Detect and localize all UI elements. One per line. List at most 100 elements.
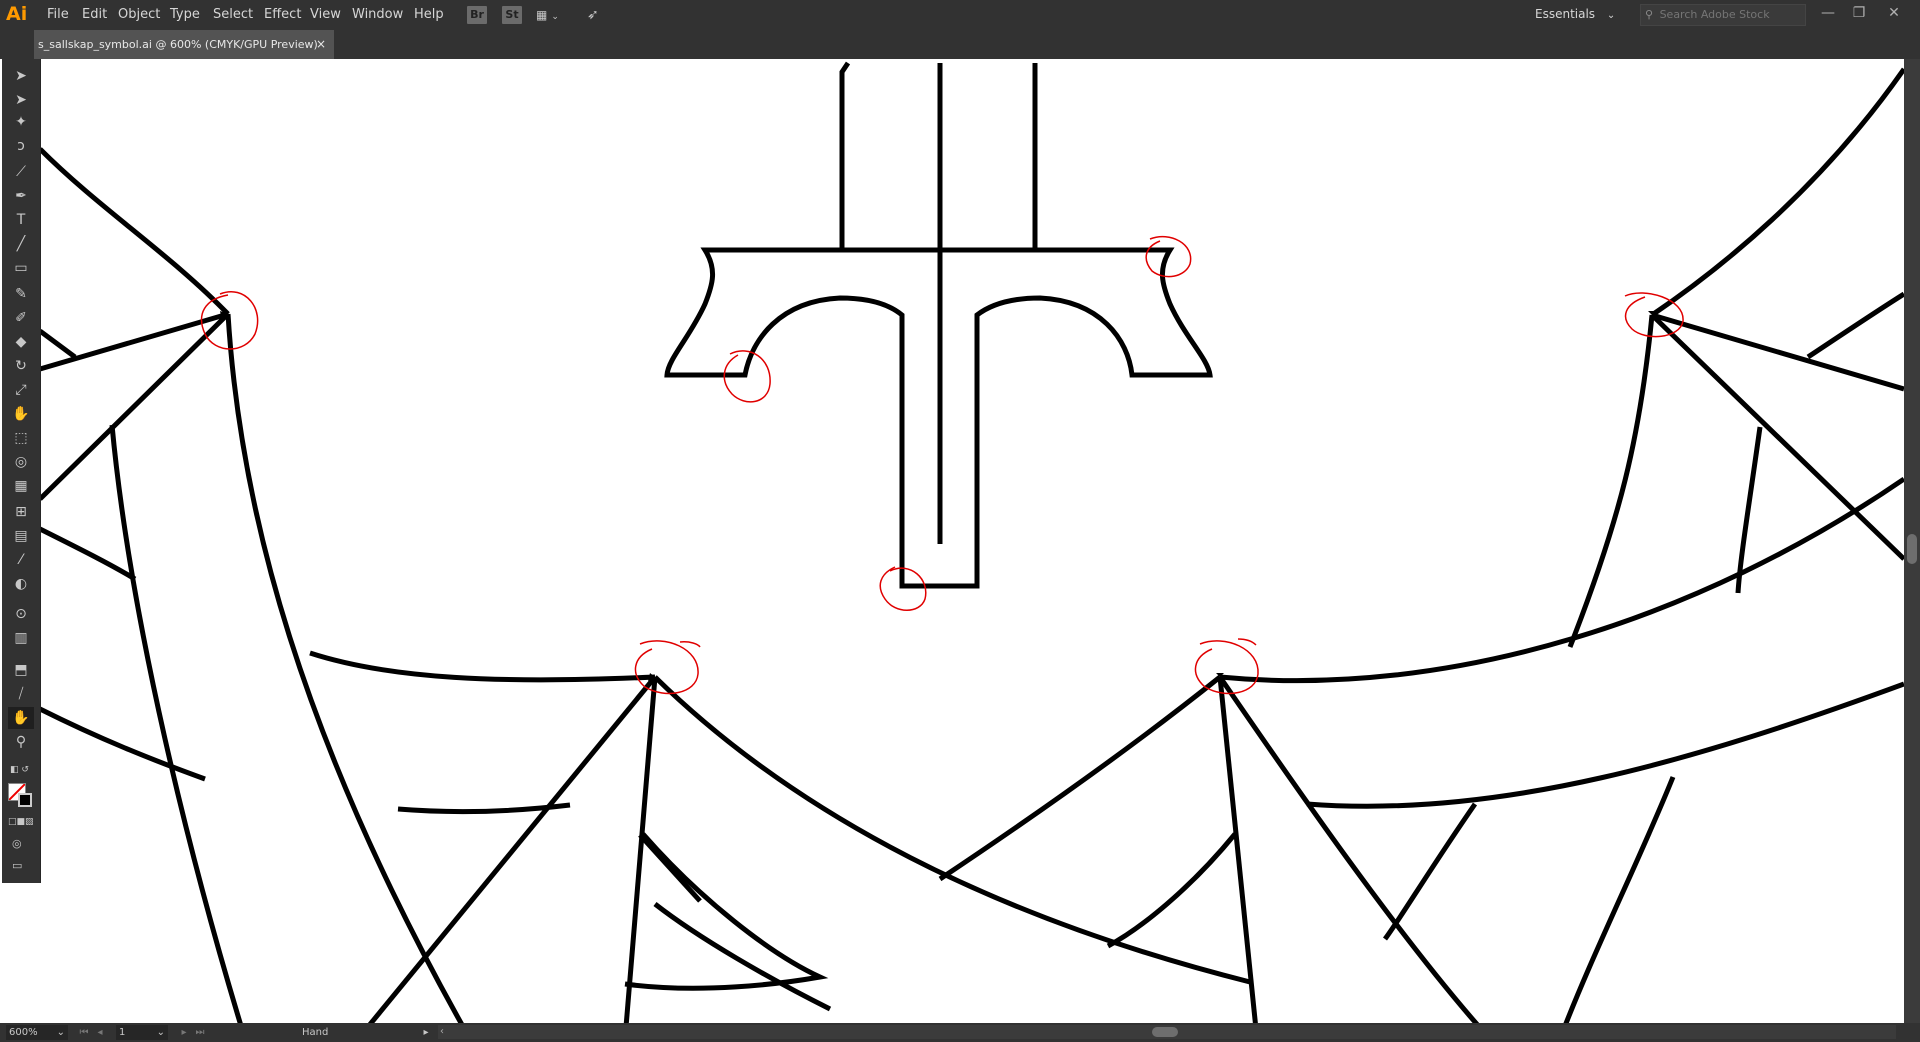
- last-artboard-button[interactable]: ⏭: [194, 1025, 206, 1040]
- column-graph-tool[interactable]: ▥: [8, 627, 34, 649]
- chevron-down-icon: ⌄: [156, 1027, 165, 1038]
- close-tab-icon[interactable]: ×: [316, 30, 326, 59]
- status-menu-arrow[interactable]: ▸: [420, 1025, 432, 1040]
- search-input[interactable]: [1659, 8, 1790, 21]
- menu-type[interactable]: Type: [170, 0, 200, 30]
- selection-tool[interactable]: ➤: [8, 65, 34, 87]
- drawing-modes-button[interactable]: ◎: [12, 837, 32, 851]
- horizontal-scrollbar[interactable]: ‹: [438, 1025, 1896, 1039]
- rotate-icon: ↻: [15, 358, 27, 374]
- shape-builder-icon: ◎: [14, 454, 28, 470]
- warp-tool[interactable]: ✋: [8, 403, 34, 425]
- search-stock-field[interactable]: ⚲: [1640, 4, 1806, 26]
- bridge-button[interactable]: Br: [467, 6, 487, 24]
- warp-icon: ✋: [12, 406, 30, 422]
- rotate-tool[interactable]: ↻: [8, 355, 34, 377]
- line-icon: ╱: [16, 236, 26, 252]
- artboard-tool[interactable]: ⬒: [8, 659, 34, 681]
- scroll-left-arrow[interactable]: ‹: [440, 1025, 444, 1039]
- type-tool[interactable]: T: [8, 209, 34, 231]
- previous-artboard-button[interactable]: ◂: [94, 1025, 106, 1040]
- document-tab-title: s_sallskap_symbol.ai @ 600% (CMYK/GPU Pr…: [38, 38, 318, 51]
- mesh-icon: ⊞: [15, 504, 27, 520]
- magic-wand-icon: ✦: [15, 114, 27, 130]
- paintbrush-tool[interactable]: ✎: [8, 283, 34, 305]
- tools-panel: ➤ ➤ ✦ ↄ ⟋ ✒ T ╱ ▭ ✎ ✐ ◆ ↻ ⤢ ✋ ⬚ ◎ ▦ ⊞ ▤ ⁄ ◐ ⊙ ▥ ⬒ ⧸ ✋ ⚲ ◧ ↺ □■▨ ◎ ▭: [2, 59, 41, 883]
- search-icon: ⚲: [1645, 8, 1654, 21]
- free-transform-tool[interactable]: ⬚: [8, 427, 34, 449]
- symbol-sprayer-tool[interactable]: ⊙: [8, 603, 34, 625]
- perspective-grid-icon: ▦: [14, 478, 28, 494]
- zoom-level-field[interactable]: 600% ⌄: [6, 1025, 68, 1040]
- minimize-button[interactable]: —: [1814, 2, 1842, 24]
- ribbon-ornament: [38, 67, 1904, 1023]
- type-icon: T: [16, 212, 26, 228]
- pen-tool[interactable]: ✒: [8, 185, 34, 207]
- direct-selection-tool[interactable]: ➤: [8, 89, 34, 111]
- menu-view[interactable]: View: [310, 0, 341, 30]
- rectangle-tool[interactable]: ▭: [8, 257, 34, 279]
- vertical-scrollbar[interactable]: [1904, 59, 1920, 1023]
- vertical-scroll-thumb[interactable]: [1907, 534, 1917, 564]
- perspective-grid-tool[interactable]: ▦: [8, 475, 34, 497]
- selection-icon: ➤: [15, 68, 27, 84]
- artboard-canvas[interactable]: [0, 59, 1904, 1023]
- color-mode-buttons[interactable]: □■▨: [8, 817, 36, 827]
- gpu-performance-button[interactable]: ➶: [587, 5, 607, 25]
- lasso-tool[interactable]: ↄ: [8, 135, 34, 157]
- menu-effect[interactable]: Effect: [264, 0, 301, 30]
- fill-stroke-swatches[interactable]: [8, 783, 36, 809]
- eyedropper-icon: ⁄: [19, 552, 23, 568]
- close-window-button[interactable]: ✕: [1880, 2, 1908, 24]
- mesh-tool[interactable]: ⊞: [8, 501, 34, 523]
- draw-mode-icon: ◎: [12, 837, 22, 850]
- eraser-icon: ◆: [15, 334, 27, 350]
- chevron-down-icon: ⌄: [56, 1027, 65, 1038]
- gradient-tool[interactable]: ▤: [8, 525, 34, 547]
- workspace-switcher[interactable]: Essentials ⌄: [1535, 0, 1615, 30]
- chevron-down-icon: ⌄: [1606, 10, 1616, 21]
- menu-help[interactable]: Help: [414, 0, 444, 30]
- stroke-swatch[interactable]: [18, 793, 32, 807]
- shape-builder-tool[interactable]: ◎: [8, 451, 34, 473]
- menu-select[interactable]: Select: [213, 0, 253, 30]
- line-tool[interactable]: ╱: [8, 233, 34, 255]
- screen-mode-button[interactable]: ▭: [12, 859, 32, 873]
- anchor-tool[interactable]: ⟋: [8, 161, 34, 183]
- zoom-tool[interactable]: ⚲: [8, 731, 34, 753]
- blend-tool[interactable]: ◐: [8, 573, 34, 595]
- menu-edit[interactable]: Edit: [82, 0, 107, 30]
- next-artboard-button[interactable]: ▸: [178, 1025, 190, 1040]
- menu-object[interactable]: Object: [118, 0, 160, 30]
- hand-tool[interactable]: ✋: [8, 707, 34, 729]
- restore-button[interactable]: ❐: [1845, 2, 1873, 24]
- artwork: [38, 61, 1904, 1023]
- document-tab-bar: s_sallskap_symbol.ai @ 600% (CMYK/GPU Pr…: [0, 30, 1920, 59]
- horizontal-scroll-thumb[interactable]: [1152, 1027, 1178, 1037]
- scale-tool[interactable]: ⤢: [8, 379, 34, 401]
- menu-window[interactable]: Window: [352, 0, 403, 30]
- magic-wand-tool[interactable]: ✦: [8, 111, 34, 133]
- gradient-icon: ▤: [14, 528, 28, 544]
- slice-tool[interactable]: ⧸: [8, 683, 34, 705]
- symbol-sprayer-icon: ⊙: [15, 606, 27, 622]
- first-artboard-button[interactable]: ⏮: [78, 1025, 90, 1040]
- stock-app-button[interactable]: St: [502, 6, 522, 24]
- status-bar: 600% ⌄ ⏮ ◂ 1 ⌄ ▸ ⏭ Hand ▸ ‹: [0, 1023, 1920, 1042]
- arrange-documents-button[interactable]: ▦ ⌄: [536, 6, 568, 24]
- slice-icon: ⧸: [18, 686, 24, 702]
- eraser-tool[interactable]: ◆: [8, 331, 34, 353]
- blend-icon: ◐: [14, 576, 28, 592]
- paintbrush-icon: ✎: [15, 286, 27, 302]
- scale-icon: ⤢: [15, 382, 27, 398]
- illustrator-logo: Ai: [6, 3, 28, 25]
- document-tab[interactable]: s_sallskap_symbol.ai @ 600% (CMYK/GPU Pr…: [34, 30, 334, 59]
- default-colors-button[interactable]: ◧ ↺: [10, 765, 34, 775]
- artboard-number-field[interactable]: 1 ⌄: [116, 1025, 168, 1040]
- sword-shape: [664, 61, 1213, 589]
- color-mode-icons: □■▨: [8, 817, 34, 827]
- eyedropper-tool[interactable]: ⁄: [8, 549, 34, 571]
- menu-file[interactable]: File: [47, 0, 69, 30]
- free-transform-icon: ⬚: [14, 430, 28, 446]
- shaper-tool[interactable]: ✐: [8, 307, 34, 329]
